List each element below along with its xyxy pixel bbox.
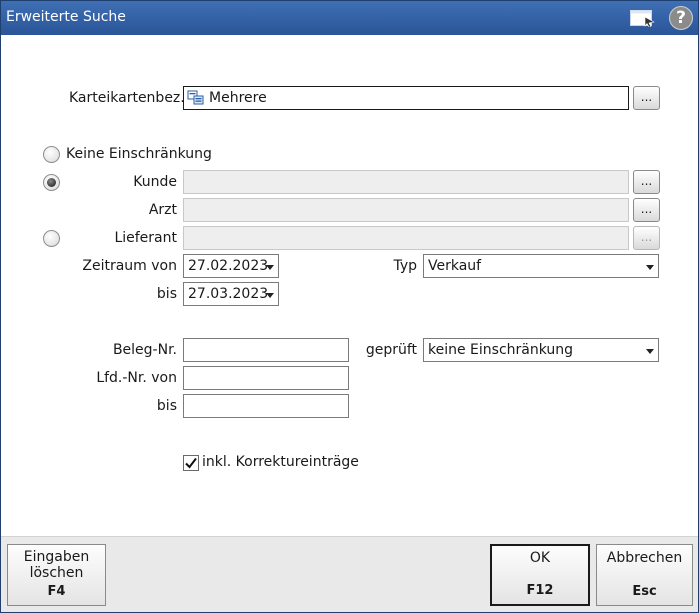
help-icon[interactable]: ? <box>669 6 693 30</box>
beleg-input[interactable] <box>183 338 349 362</box>
beleg-label: Beleg-Nr. <box>112 342 177 358</box>
chevron-down-icon <box>646 349 654 354</box>
lieferant-field[interactable] <box>183 226 629 250</box>
karteikarten-browse-button[interactable]: ... <box>633 86 660 110</box>
title-bar: Erweiterte Suche ? <box>1 1 698 35</box>
zeitraum-von-label: Zeitraum von <box>82 258 177 274</box>
cancel-button[interactable]: Abbrechen Esc <box>596 544 693 606</box>
karteikarten-field[interactable]: Mehrere <box>183 86 629 110</box>
checkmark-icon <box>185 457 197 469</box>
zeitraum-von-date[interactable]: 27.02.2023 <box>183 254 279 278</box>
cancel-label: Abbrechen <box>606 550 683 566</box>
ok-label: OK <box>529 550 551 566</box>
footer-bar: Eingaben löschen F4 OK F12 Abbrechen Esc <box>1 536 698 612</box>
zeitraum-von-value: 27.02.2023 <box>188 258 269 274</box>
lieferant-label: Lieferant <box>114 230 177 246</box>
chevron-down-icon <box>266 293 274 298</box>
arzt-field[interactable] <box>183 198 629 222</box>
geprueft-value: keine Einschränkung <box>428 342 574 358</box>
karteikarten-label: Karteikartenbez. <box>69 90 185 106</box>
zeitraum-bis-value: 27.03.2023 <box>188 286 269 302</box>
geprueft-label: geprüft <box>365 342 417 358</box>
zeitraum-bis-date[interactable]: 27.03.2023 <box>183 282 279 306</box>
korrektur-label: inkl. Korrektureinträge <box>202 454 359 470</box>
typ-select[interactable]: Verkauf <box>423 254 659 278</box>
geprueft-select[interactable]: keine Einschränkung <box>423 338 659 362</box>
multiple-cards-icon <box>187 90 204 105</box>
radio-lieferant[interactable] <box>43 230 60 247</box>
window-title: Erweiterte Suche <box>6 9 126 25</box>
clear-line1: Eingaben <box>23 549 90 565</box>
lfd-von-label: Lfd.-Nr. von <box>96 370 177 386</box>
keine-einschraenkung-label: Keine Einschränkung <box>66 146 212 162</box>
chevron-down-icon <box>266 265 274 270</box>
kunde-label: Kunde <box>133 174 177 190</box>
kunde-browse-button[interactable]: ... <box>633 170 660 194</box>
clear-shortcut: F4 <box>47 584 66 599</box>
radio-kunde[interactable] <box>43 174 60 191</box>
window-switch-icon[interactable] <box>630 10 656 27</box>
lfd-bis-label: bis <box>156 398 177 414</box>
kunde-field[interactable] <box>183 170 629 194</box>
zeitraum-bis-label: bis <box>156 286 177 302</box>
chevron-down-icon <box>646 265 654 270</box>
karteikarten-value: Mehrere <box>209 90 267 106</box>
cancel-shortcut: Esc <box>632 584 657 599</box>
arzt-browse-button[interactable]: ... <box>633 198 660 222</box>
typ-value: Verkauf <box>428 258 482 274</box>
arzt-label: Arzt <box>148 202 177 218</box>
korrektur-checkbox[interactable] <box>183 455 199 471</box>
ok-shortcut: F12 <box>526 583 554 598</box>
ok-button[interactable]: OK F12 <box>490 544 590 606</box>
lieferant-browse-button[interactable]: ... <box>633 226 660 250</box>
lfd-von-input[interactable] <box>183 366 349 390</box>
radio-keine-einschraenkung[interactable] <box>43 146 60 163</box>
clear-line2: löschen <box>29 565 84 581</box>
typ-label: Typ <box>393 258 417 274</box>
clear-inputs-button[interactable]: Eingaben löschen F4 <box>7 544 106 606</box>
dialog-window: Erweiterte Suche ? Karteikartenbez. Mehr… <box>0 0 699 613</box>
lfd-bis-input[interactable] <box>183 394 349 418</box>
